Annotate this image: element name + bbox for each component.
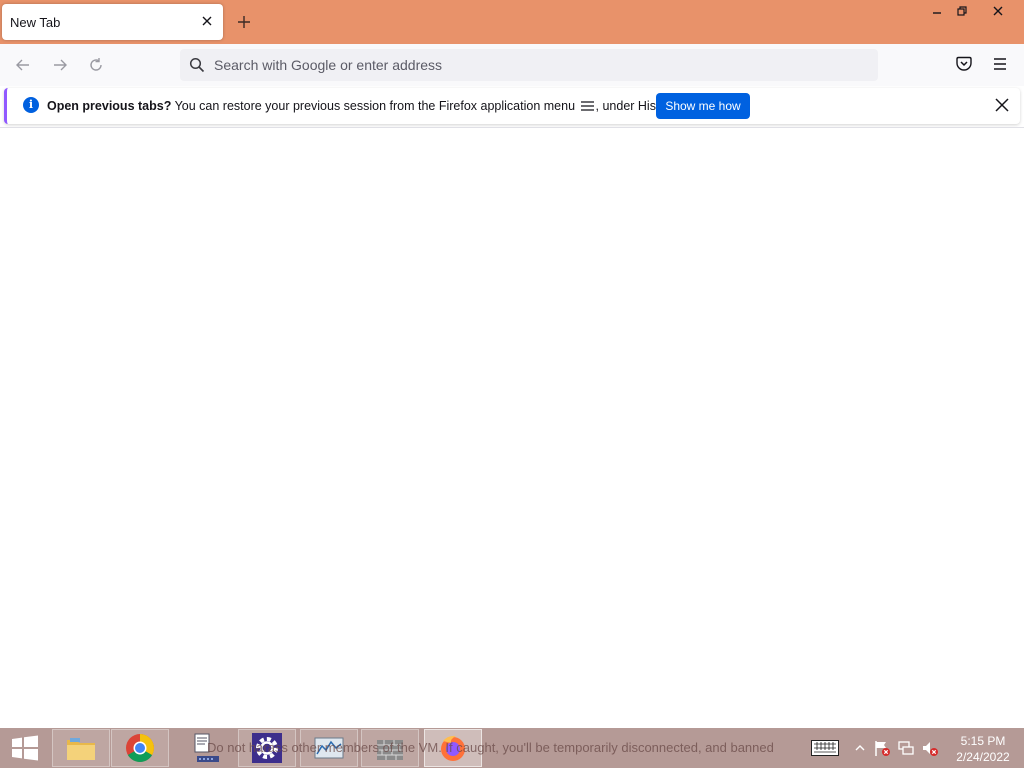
arrow-right-icon[interactable] [49, 54, 71, 76]
clock-time: 5:15 PM [960, 734, 1006, 748]
arrow-left-icon[interactable] [12, 54, 34, 76]
volume-muted-icon[interactable] [920, 738, 940, 758]
taskbar-marquee-text: Do not harass other members of the VM. I… [207, 740, 774, 755]
window-close-icon[interactable] [975, 0, 1021, 22]
system-clock[interactable]: 5:15 PM 2/24/2022 [948, 733, 1018, 765]
taskbar: Do not harass other members of the VM. I… [0, 728, 1024, 768]
reload-icon[interactable] [85, 54, 107, 76]
file-explorer-icon[interactable] [52, 729, 110, 767]
url-input[interactable] [214, 49, 854, 81]
restore-icon[interactable] [945, 0, 979, 22]
search-icon [189, 57, 205, 73]
close-icon[interactable] [993, 96, 1011, 114]
clock-date: 2/24/2022 [956, 750, 1010, 764]
close-icon[interactable] [199, 13, 215, 29]
plus-icon[interactable] [234, 12, 254, 32]
flag-icon[interactable] [872, 738, 892, 758]
tab-new-tab[interactable]: New Tab [2, 4, 223, 40]
notification-title: Open previous tabs? [47, 99, 172, 113]
chrome-icon[interactable] [111, 729, 169, 767]
windows-start-icon[interactable] [4, 730, 46, 766]
tab-strip: New Tab [0, 0, 1024, 44]
notification-text-before: You can restore your previous session fr… [171, 99, 579, 113]
page-content[interactable] [0, 128, 1024, 728]
pocket-icon[interactable] [954, 54, 974, 74]
show-me-how-button[interactable]: Show me how [656, 93, 750, 119]
notification-message: Open previous tabs? You can restore your… [47, 99, 679, 113]
hamburger-menu-icon [580, 100, 594, 111]
navigation-toolbar [0, 44, 1024, 86]
keyboard-icon[interactable] [810, 738, 840, 758]
session-restore-notification: i Open previous tabs? You can restore yo… [4, 88, 1020, 124]
tab-title: New Tab [10, 15, 61, 30]
address-bar[interactable] [180, 49, 878, 81]
network-icon[interactable] [896, 738, 916, 758]
chevron-up-icon[interactable] [850, 738, 870, 758]
hamburger-menu-icon[interactable] [990, 54, 1010, 74]
info-icon: i [23, 97, 39, 113]
